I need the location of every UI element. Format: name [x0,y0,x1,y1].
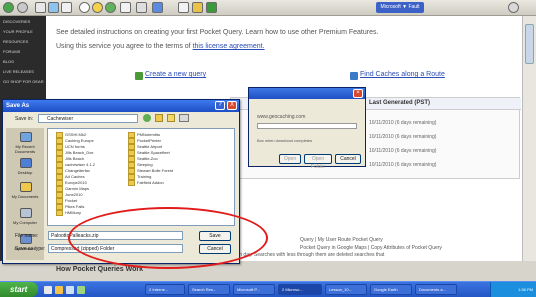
new-folder-icon[interactable] [167,114,175,122]
back-icon[interactable] [3,2,14,13]
download-progress [257,123,357,129]
my-documents-icon [20,182,32,192]
download-dialog-titlebar [249,88,365,99]
history-icon[interactable] [105,2,116,13]
route-icon [350,72,358,80]
help-icon[interactable]: ? [215,101,225,110]
back-folder-icon[interactable] [143,114,151,122]
nav-item-releases[interactable]: LIVE RELEASES [3,69,34,74]
nav-item-discoveries[interactable]: DISCOVERIES [3,19,30,24]
table-row: 10/11/2010 (6 days remaining) [369,134,437,140]
places-bar: My Recent Documents Desktop My Documents… [6,128,44,260]
file-name-label: File name: [15,233,39,239]
refresh-icon[interactable] [48,2,59,13]
quicklaunch-desktop-icon[interactable] [66,286,74,294]
taskbar-item[interactable]: Search Res... [188,284,230,295]
edit-icon[interactable] [152,2,163,13]
place-label: My Recent Documents [14,144,36,154]
download-dialog: × www.geocaching.com Box when download c… [248,87,366,170]
agreement-label: Using this service you agree to the term… [56,43,191,50]
table-row: 10/11/2010 (6 days remaining) [369,148,437,154]
up-folder-icon[interactable] [155,114,163,122]
start-button[interactable]: start [0,282,38,297]
discuss-icon[interactable] [178,2,189,13]
find-caches-route-link[interactable]: Find Caches along a Route [360,71,445,78]
save-in-select[interactable]: Cachewiser [38,114,138,123]
nav-item-blog[interactable]: BLOG [3,59,14,64]
download-close-icon[interactable]: × [353,89,363,98]
close-icon[interactable]: X [227,101,237,110]
taskbar-item[interactable]: 2 Interne... [145,284,185,295]
nav-item-profile[interactable]: YOUR PROFILE [3,29,33,34]
quicklaunch-ie-icon[interactable] [44,286,52,294]
quicklaunch-app-icon[interactable] [77,286,85,294]
highlight-ellipse [68,207,268,269]
favorites-icon[interactable] [92,2,103,13]
taskbar-item[interactable]: Lesson_10... [325,284,367,295]
clock: 1:36 PM [518,287,533,292]
intro-line: See detailed instructions on creating yo… [56,29,379,36]
footer-line-2: Pocket Query in Google Maps | Copy Attri… [300,245,442,251]
browser-toolbar: Microsoft ▼ Fault [0,0,536,16]
nav-item-resources[interactable]: RESOURCES [3,39,28,44]
taskbar-item[interactable]: Microsoft P... [233,284,275,295]
taskbar: start 2 Interne... Search Res... Microso… [0,281,536,297]
my-computer-icon [20,208,32,218]
nav-item-shop[interactable]: GO SHOP FOR GEAR [3,79,44,84]
agreement-link[interactable]: this license agreement. [193,43,265,50]
create-query-link[interactable]: Create a new query [145,71,206,78]
home-icon[interactable] [61,2,72,13]
place-label: Desktop [17,170,33,175]
list-item[interactable]: HMMuny [56,210,81,216]
nav-item-forums[interactable]: FORUMS [3,49,20,54]
place-label: My Computer [12,220,37,225]
research-icon[interactable] [192,2,203,13]
save-as-title: Save As [3,100,239,112]
messenger-icon[interactable] [206,2,217,13]
footer-line-1: Query | My User Route Pocket Query [300,237,383,243]
agreement-text: Using this service you agree to the term… [56,43,265,50]
desktop-icon [20,158,32,168]
forward-icon[interactable] [17,2,28,13]
recent-documents-icon [20,132,32,142]
download-status: Box when download completes [257,138,313,143]
stop-icon[interactable] [35,2,46,13]
download-cancel-button[interactable]: Cancel [335,154,361,164]
mail-icon[interactable] [120,2,131,13]
place-label: My Documents [11,194,39,199]
download-badge[interactable]: Microsoft ▼ Fault [376,2,424,13]
save-in-label: Save in: [15,116,34,122]
quicklaunch-folder-icon[interactable] [55,286,63,294]
search-icon[interactable] [79,2,90,13]
print-icon[interactable] [136,2,147,13]
download-url: www.geocaching.com [257,114,306,120]
how-heading: How Pocket Queries Work [56,266,144,273]
view-menu-icon[interactable] [179,114,189,122]
taskbar-item[interactable]: 2 Microso... [278,284,322,295]
download-open-button[interactable]: Open [279,154,301,164]
table-row: 10/11/2010 (6 days remaining) [369,120,437,126]
taskbar-item[interactable]: Google Earth [370,284,412,295]
system-tray: 1:36 PM [490,282,536,297]
windows-flag-icon [508,2,519,13]
taskbar-item[interactable]: Documents a... [415,284,457,295]
download-open-folder-button[interactable]: Open Folder [304,154,332,170]
list-item[interactable]: Fairfield Addon [128,180,164,186]
add-query-icon [135,72,143,80]
page-scrollbar[interactable] [522,16,536,261]
header-last-generated: Last Generated (PST) [369,100,431,106]
save-type-label: Save as type: [15,246,46,252]
table-row: 10/11/2010 (6 days remaining) [369,162,437,168]
scroll-thumb[interactable] [525,24,534,64]
